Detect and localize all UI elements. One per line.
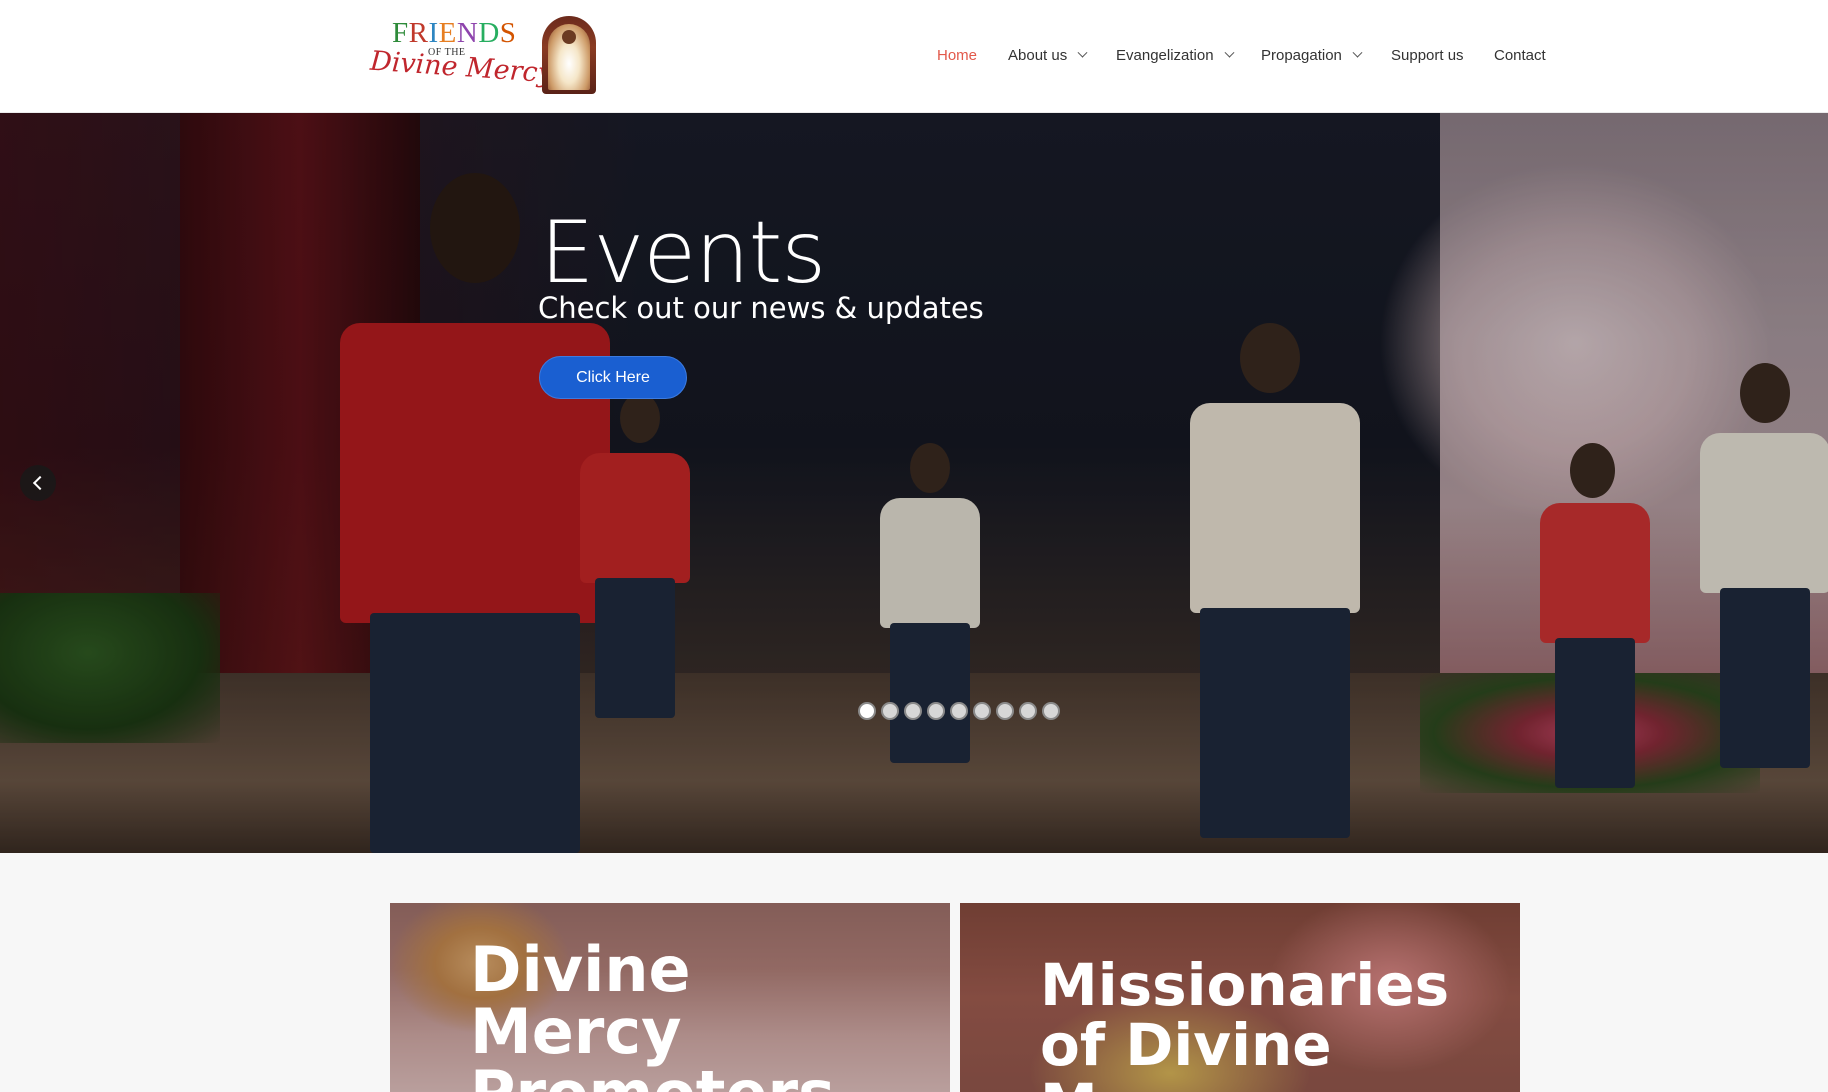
slider-dot[interactable] xyxy=(1019,702,1037,720)
slider-dot[interactable] xyxy=(904,702,922,720)
nav-evangelization[interactable]: Evangelization xyxy=(1116,47,1235,64)
logo-wordmark: FRIENDS OF THE Divine Mercy xyxy=(369,14,554,98)
card-missionaries-of-divine-mercy[interactable]: Missionaries of Divine Mercy xyxy=(960,903,1520,1092)
slider-dot[interactable] xyxy=(996,702,1014,720)
nav-contact[interactable]: Contact xyxy=(1494,47,1546,64)
divine-mercy-image-icon xyxy=(542,16,596,94)
slider-dot[interactable] xyxy=(881,702,899,720)
logo-friends-text: FRIENDS xyxy=(392,17,517,49)
slider-dot[interactable] xyxy=(927,702,945,720)
site-header: FRIENDS OF THE Divine Mercy Home About u… xyxy=(0,0,1828,113)
card-divine-mercy-promoters[interactable]: Divine Mercy Promoters xyxy=(390,903,950,1092)
slider-prev-arrow-icon[interactable] xyxy=(20,465,56,501)
slider-dot[interactable] xyxy=(973,702,991,720)
hero-subtitle: Check out our news & updates xyxy=(538,291,984,325)
slider-pagination xyxy=(858,702,1060,720)
chevron-down-icon xyxy=(1352,47,1363,58)
nav-about-us[interactable]: About us xyxy=(1008,47,1088,64)
card-title: Missionaries of Divine Mercy xyxy=(1040,951,1450,1092)
click-here-button[interactable]: Click Here xyxy=(539,356,687,399)
slider-dot[interactable] xyxy=(1042,702,1060,720)
nav-home[interactable]: Home xyxy=(937,47,977,64)
logo-divine-mercy-text: Divine Mercy xyxy=(369,45,554,90)
hero-overlay xyxy=(0,113,1828,853)
nav-support-us[interactable]: Support us xyxy=(1391,47,1464,64)
nav-propagation[interactable]: Propagation xyxy=(1261,47,1363,64)
site-logo[interactable]: FRIENDS OF THE Divine Mercy xyxy=(369,14,600,98)
chevron-down-icon xyxy=(1224,47,1235,58)
chevron-down-icon xyxy=(1077,47,1088,58)
card-title: Divine Mercy Promoters xyxy=(470,933,835,1092)
hero-slider: Events Check out our news & updates Clic… xyxy=(0,113,1828,853)
slider-dot[interactable] xyxy=(950,702,968,720)
slider-dot[interactable] xyxy=(858,702,876,720)
hero-title: Events xyxy=(540,203,826,303)
